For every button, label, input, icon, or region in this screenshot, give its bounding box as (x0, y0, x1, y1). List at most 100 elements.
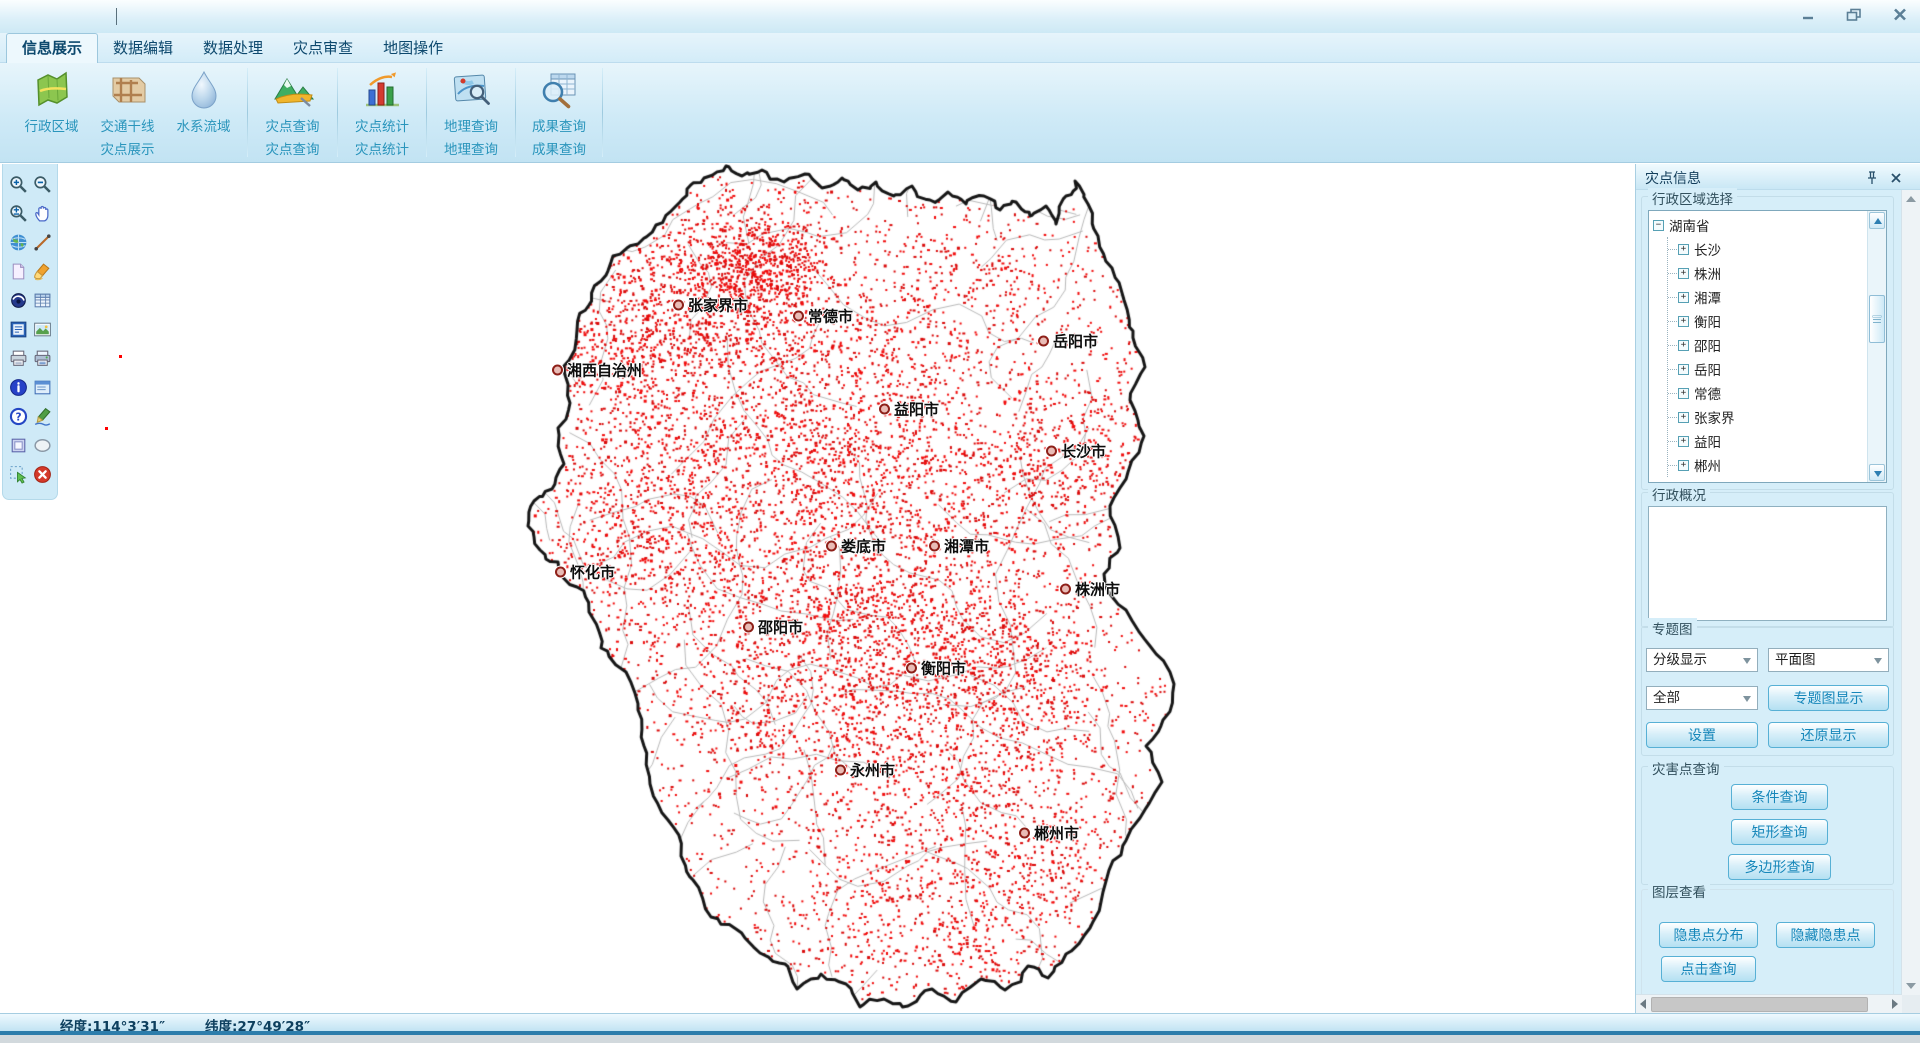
scroll-right-icon[interactable] (1892, 999, 1898, 1009)
thematic-scope-select[interactable]: 全部 (1646, 686, 1758, 710)
scroll-down-icon[interactable] (1906, 983, 1916, 989)
ribbon-group-separator (602, 68, 603, 157)
panel-window-icon[interactable] (30, 376, 54, 400)
scroll-up-icon[interactable] (1906, 196, 1916, 202)
print-icon[interactable] (6, 347, 30, 371)
geo-query-button[interactable]: 地理查询 (433, 63, 509, 135)
panel-horizontal-scrollbar[interactable] (1636, 994, 1902, 1013)
traffic-lines-button[interactable]: 交通干线 (90, 63, 166, 135)
expand-icon[interactable]: + (1678, 244, 1689, 255)
expand-icon[interactable]: + (1678, 460, 1689, 471)
tree-node[interactable]: +湘潭 (1668, 285, 1864, 309)
pin-icon[interactable] (1866, 170, 1878, 184)
zoom-in-icon[interactable] (6, 173, 30, 197)
tree-scrollbar[interactable] (1867, 211, 1886, 482)
ribbon-button-label: 灾点统计 (355, 115, 409, 135)
minimize-button[interactable] (1800, 8, 1816, 21)
panel-close-icon[interactable] (1890, 170, 1902, 184)
scrollbar-corner (1902, 995, 1920, 1013)
hide-hazard-button[interactable]: 隐藏隐患点 (1776, 922, 1875, 948)
ellipse-icon[interactable] (30, 434, 54, 458)
rectangle-query-button[interactable]: 矩形查询 (1731, 819, 1828, 845)
info-icon[interactable] (6, 376, 30, 400)
settings-button[interactable]: 设置 (1646, 722, 1758, 748)
tree-node[interactable]: +张家界 (1668, 405, 1864, 429)
restore-button[interactable] (1846, 8, 1862, 21)
condition-query-button[interactable]: 条件查询 (1731, 784, 1828, 810)
disaster-point (119, 355, 122, 358)
panel-title: 灾点信息 (1645, 168, 1701, 188)
admin-region-button[interactable]: 行政区域 (14, 63, 90, 135)
expand-icon[interactable]: + (1678, 364, 1689, 375)
expand-icon[interactable]: + (1678, 268, 1689, 279)
horizontal-scroll-thumb[interactable] (1651, 997, 1868, 1012)
disaster-query-button[interactable]: 灾点查询 (255, 63, 331, 135)
image-export-icon[interactable] (30, 318, 54, 342)
tree-node[interactable]: +益阳 (1668, 429, 1864, 453)
expand-icon[interactable]: + (1678, 316, 1689, 327)
thematic-type-select[interactable]: 平面图 (1768, 648, 1889, 672)
close-button[interactable] (1892, 8, 1908, 21)
expand-icon[interactable]: + (1678, 340, 1689, 351)
admin-overview-textbox[interactable] (1648, 506, 1887, 621)
polygon-query-button[interactable]: 多边形查询 (1728, 854, 1831, 880)
tree-connector (1668, 249, 1677, 250)
tree-node[interactable]: +常德 (1668, 381, 1864, 405)
select-arrow-icon[interactable] (6, 463, 30, 487)
expand-icon[interactable]: + (1678, 412, 1689, 423)
ribbon: 行政区域交通干线水系流域灾点展示灾点查询灾点查询灾点统计灾点统计地理查询地理查询… (0, 63, 1920, 163)
collapse-icon[interactable]: − (1653, 220, 1664, 231)
layer-view-title: 图层查看 (1648, 881, 1710, 901)
panel-vertical-scrollbar[interactable] (1901, 190, 1920, 995)
tree-node-label: 邵阳 (1694, 335, 1721, 355)
tree-scroll-thumb[interactable] (1869, 295, 1885, 343)
hazard-distribution-button[interactable]: 隐患点分布 (1659, 922, 1758, 948)
attribute-table-icon[interactable] (30, 289, 54, 313)
water-system-button[interactable]: 水系流域 (166, 63, 242, 135)
admin-overview-groupbox: 行政概况 (1641, 492, 1894, 628)
restore-display-button[interactable]: 还原显示 (1768, 722, 1889, 748)
print-preview-icon[interactable] (30, 347, 54, 371)
zoom-extent-icon[interactable] (6, 202, 30, 226)
tab-map-operation[interactable]: 地图操作 (368, 34, 458, 63)
click-query-button[interactable]: 点击查询 (1661, 956, 1756, 982)
disaster-stats-button[interactable]: 灾点统计 (344, 63, 420, 135)
zoom-out-icon[interactable] (30, 173, 54, 197)
paint-brush-icon[interactable] (30, 260, 54, 284)
tree-node[interactable]: +郴州 (1668, 453, 1864, 477)
measure-icon[interactable] (30, 231, 54, 255)
tree-scroll-up-icon[interactable] (1869, 212, 1885, 229)
scroll-left-icon[interactable] (1640, 999, 1646, 1009)
delete-icon[interactable] (30, 463, 54, 487)
expand-icon[interactable]: + (1678, 436, 1689, 447)
tree-scroll-down-icon[interactable] (1869, 464, 1885, 481)
tree-node-root[interactable]: −湖南省 (1653, 213, 1864, 237)
tree-node[interactable]: +岳阳 (1668, 357, 1864, 381)
tab-info-display[interactable]: 信息展示 (6, 33, 98, 63)
map-canvas[interactable] (0, 164, 1635, 1013)
help-icon[interactable]: ? (6, 405, 30, 429)
tab-disaster-review[interactable]: 灾点审查 (278, 34, 368, 63)
tab-data-edit[interactable]: 数据编辑 (98, 34, 188, 63)
tab-data-process[interactable]: 数据处理 (188, 34, 278, 63)
tree-node[interactable]: + 长沙 (1668, 237, 1864, 261)
eye-icon[interactable] (6, 289, 30, 313)
tree-node-label: 长沙 (1694, 239, 1721, 259)
region-tree: −湖南省+长沙+株洲+湘潭+衡阳+邵阳+岳阳+常德+张家界+益阳+郴州 (1648, 210, 1887, 483)
legend-panel-icon[interactable] (6, 318, 30, 342)
thematic-show-button[interactable]: 专题图显示 (1768, 685, 1889, 711)
thematic-mode-select[interactable]: 分级显示 (1646, 648, 1758, 672)
tree-node[interactable]: +衡阳 (1668, 309, 1864, 333)
result-query-icon (537, 68, 581, 112)
chevron-down-icon (1874, 658, 1882, 664)
frame-icon[interactable] (6, 434, 30, 458)
globe-icon[interactable] (6, 231, 30, 255)
blank-page-icon[interactable] (6, 260, 30, 284)
result-query-button[interactable]: 成果查询 (521, 63, 597, 135)
expand-icon[interactable]: + (1678, 388, 1689, 399)
tree-node[interactable]: + 邵阳 (1668, 333, 1864, 357)
expand-icon[interactable]: + (1678, 292, 1689, 303)
pan-hand-icon[interactable] (30, 202, 54, 226)
sketch-pen-icon[interactable] (30, 405, 54, 429)
tree-node[interactable]: +株洲 (1668, 261, 1864, 285)
